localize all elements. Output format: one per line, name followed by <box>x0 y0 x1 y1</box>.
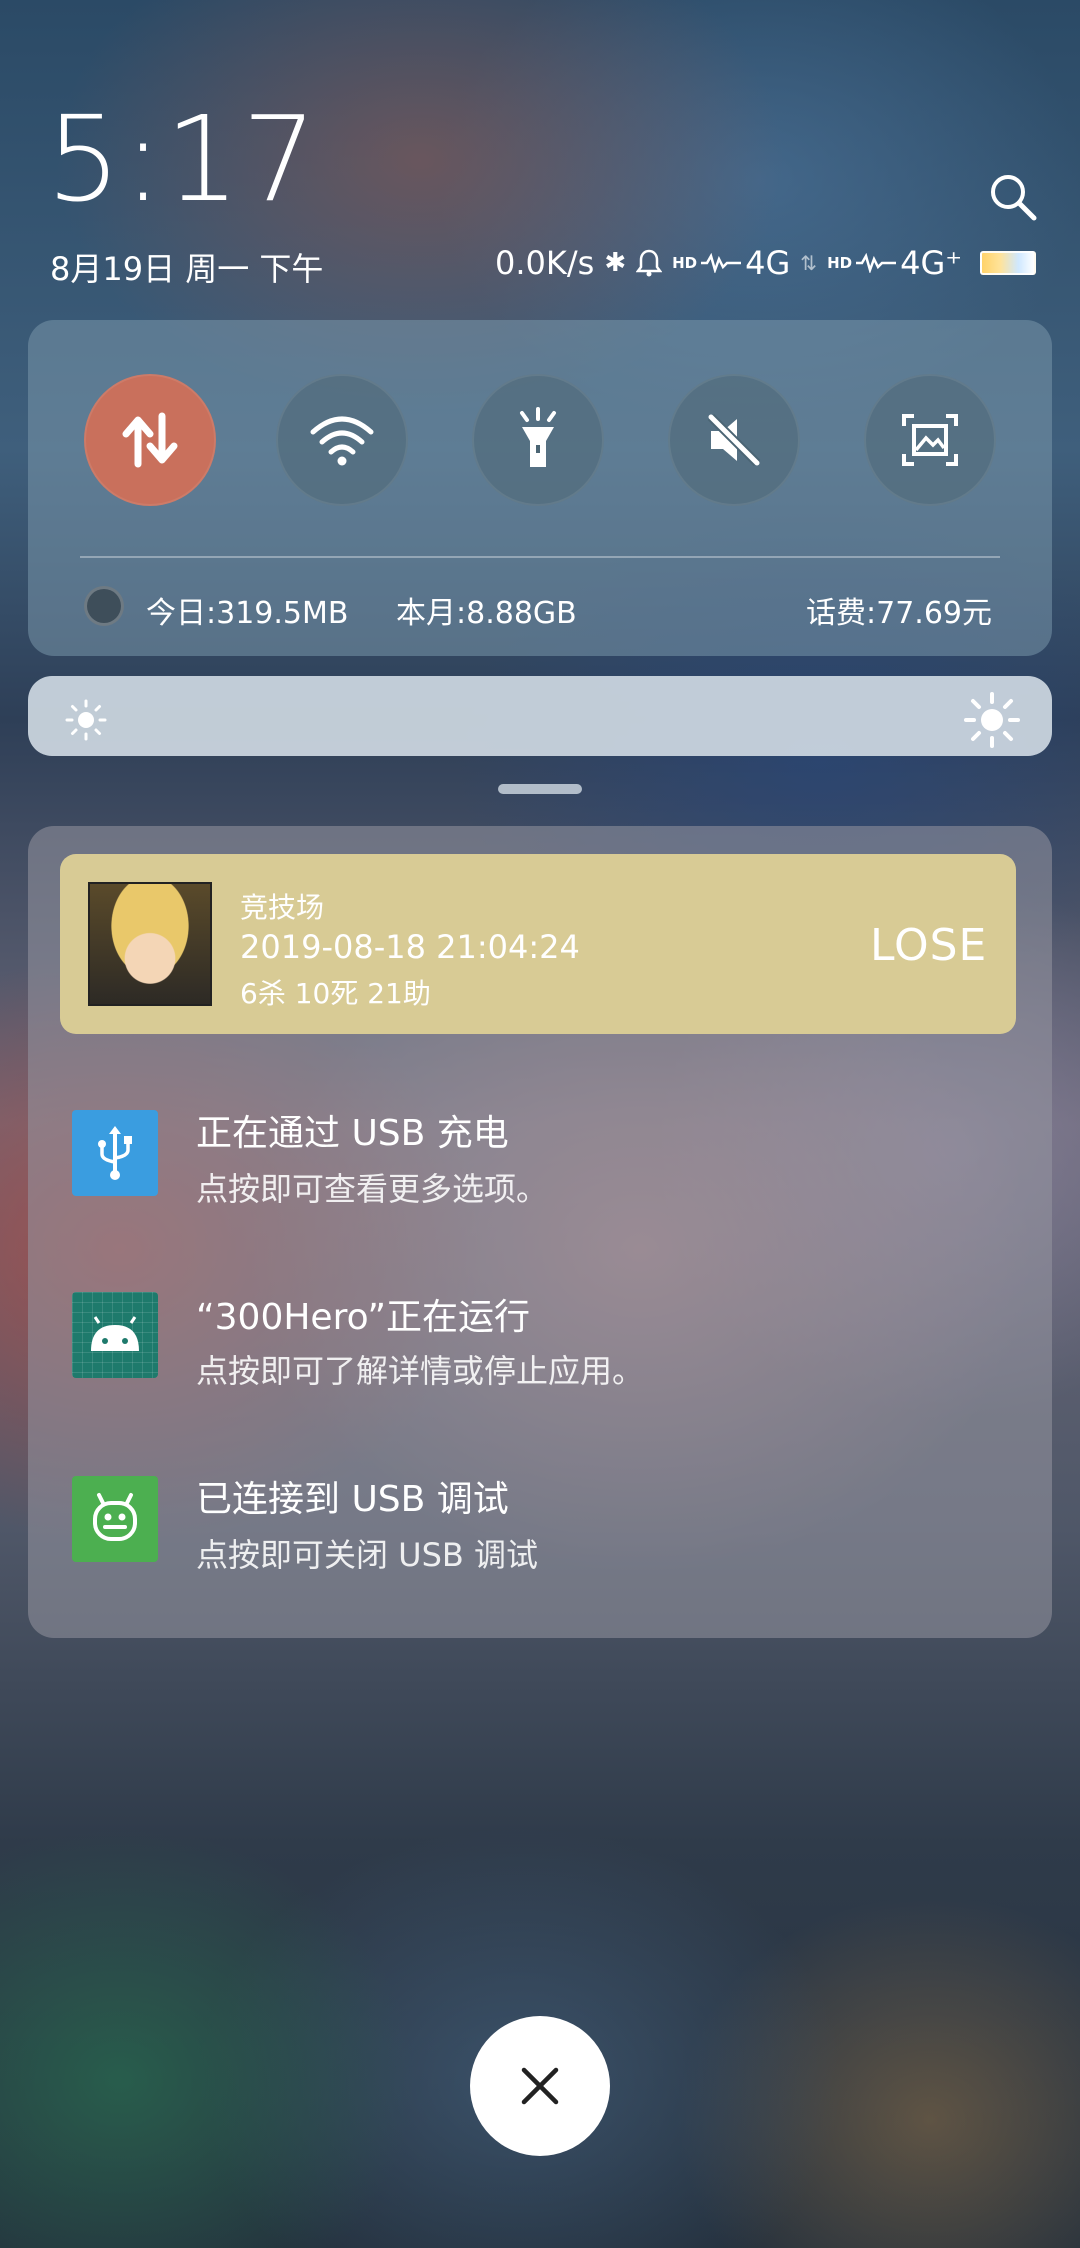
screenshot-icon <box>902 414 958 466</box>
notification-subtitle[interactable]: 点按即可查看更多选项。 <box>196 1164 548 1210</box>
network-type: 4G <box>745 244 791 282</box>
brightness-low-icon <box>65 699 107 741</box>
status-bar: 0.0K/s ✱ HD 4G ⇅ HD 4G⁺ <box>495 244 1037 282</box>
mute-icon <box>707 413 761 467</box>
android-debug-icon <box>72 1476 158 1562</box>
notification-subtitle[interactable]: 点按即可了解详情或停止应用。 <box>196 1346 644 1392</box>
signal-wave-icon <box>701 253 742 273</box>
bell-icon <box>636 249 663 277</box>
bluetooth-icon: ✱ <box>604 248 627 278</box>
date-label[interactable]: 8月19日 周一 下午 <box>50 244 323 290</box>
battery-icon <box>980 251 1037 275</box>
brightness-high-icon <box>964 692 1020 748</box>
search-icon[interactable] <box>988 172 1038 222</box>
notification-title[interactable]: “300Hero”正在运行 <box>196 1288 530 1340</box>
game-mode-title: 竞技场 <box>240 891 325 924</box>
sim1-signal: HD 4G <box>672 244 790 282</box>
notification-title[interactable]: 正在通过 USB 充电 <box>196 1104 509 1156</box>
android-icon <box>72 1292 158 1378</box>
game-result: LOSE <box>870 920 988 971</box>
toggle-mobile-data[interactable] <box>84 374 216 506</box>
network-speed: 0.0K/s <box>495 244 595 282</box>
notification-title[interactable]: 已连接到 USB 调试 <box>196 1470 509 1522</box>
divider <box>80 556 1000 558</box>
hd-badge: HD <box>672 254 698 272</box>
wifi-icon <box>310 416 374 466</box>
toggle-wifi[interactable] <box>276 374 408 506</box>
data-activity-icon: ⇅ <box>800 251 818 275</box>
toggle-mute[interactable] <box>668 374 800 506</box>
clear-all-button[interactable] <box>470 2016 610 2156</box>
usage-today[interactable]: 今日:319.5MB <box>146 588 348 632</box>
usage-month[interactable]: 本月:8.88GB <box>396 588 577 632</box>
toggle-screenshot[interactable] <box>864 374 996 506</box>
game-stats: 6杀 10死 21助 <box>240 977 431 1010</box>
network-type: 4G⁺ <box>900 244 963 282</box>
data-arrows-icon <box>122 412 178 468</box>
close-icon <box>521 2067 559 2105</box>
phone-balance[interactable]: 话费:77.69元 <box>806 588 992 632</box>
sim2-signal: HD 4G⁺ <box>827 244 962 282</box>
flashlight-icon <box>520 407 556 467</box>
game-timestamp: 2019-08-18 21:04:24 <box>240 928 580 966</box>
panel-drag-handle[interactable] <box>498 784 582 794</box>
hd-badge: HD <box>827 254 853 272</box>
clock[interactable]: 5:17 <box>46 100 319 218</box>
notification-subtitle[interactable]: 点按即可关闭 USB 调试 <box>196 1530 538 1576</box>
brightness-slider[interactable] <box>28 676 1052 756</box>
usb-icon <box>72 1110 158 1196</box>
toggle-flashlight[interactable] <box>472 374 604 506</box>
data-usage-indicator <box>84 586 124 626</box>
hero-avatar <box>88 882 212 1006</box>
signal-wave-icon <box>856 253 897 273</box>
